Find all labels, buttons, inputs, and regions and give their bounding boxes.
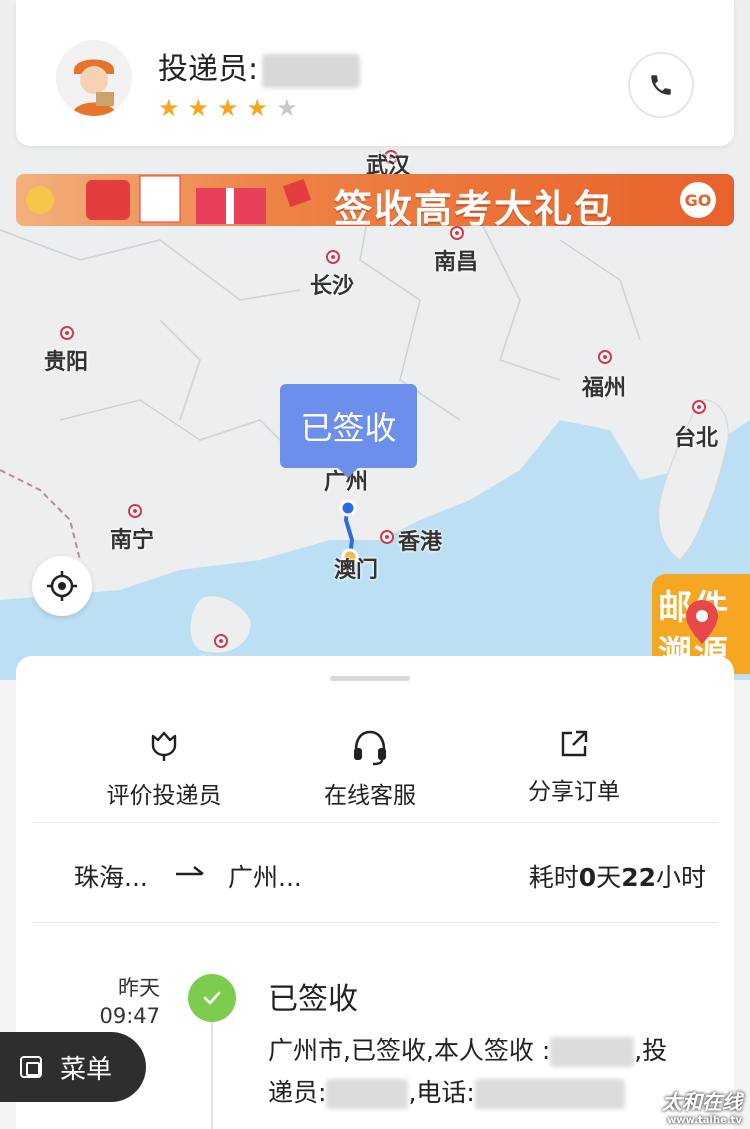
city-marker: [128, 504, 142, 518]
timeline-connector: [211, 1022, 213, 1129]
courier-redacted: [326, 1079, 409, 1109]
route-duration: 耗时0天22小时: [529, 858, 706, 894]
watermark-text: 太和在线: [662, 1090, 742, 1114]
delivered-check-icon: [188, 974, 236, 1022]
gift-decoration-icon: [26, 175, 312, 224]
divider: [32, 922, 718, 923]
call-courier-button[interactable]: [628, 52, 694, 118]
route-from: 珠海...: [74, 863, 148, 892]
city-label: 福州: [582, 376, 627, 401]
city-marker: [380, 530, 394, 544]
city-label: 贵阳: [44, 350, 89, 375]
city-marker: [214, 634, 228, 648]
city-label: 南宁: [110, 528, 155, 553]
timeline-time: 昨天 09:47: [98, 974, 160, 1030]
city-marker: [326, 250, 340, 264]
star-icon: ★: [187, 94, 210, 122]
menu-button[interactable]: 菜单: [0, 1032, 146, 1102]
duration-hours: 22: [621, 863, 656, 892]
city-marker: [60, 326, 74, 340]
banner-text: 签收高考大礼包: [334, 187, 615, 226]
duration-days-unit: 天: [596, 863, 622, 892]
menu-icon: [20, 1056, 42, 1078]
watermark-sub: www.taihe.tv: [667, 1115, 742, 1126]
menu-label: 菜单: [60, 1054, 113, 1085]
city-label: 澳门: [334, 558, 379, 583]
rate-courier-button[interactable]: 评价投递员: [64, 728, 264, 810]
timeline-title: 已签收: [268, 982, 358, 1017]
duration-hours-unit: 小时: [655, 863, 706, 892]
delivered-status-pill[interactable]: 已签收: [280, 384, 417, 478]
detail-text: ,电话:: [408, 1078, 475, 1107]
star-icon: ★: [217, 94, 239, 122]
phone-icon: [651, 75, 671, 95]
courier-card: 投递员: ★ ★ ★ ★ ★: [16, 0, 734, 146]
action-row: 评价投递员 在线客服 分享订单: [16, 728, 734, 810]
duration-prefix: 耗时: [528, 863, 579, 892]
tulip-icon: [151, 731, 177, 761]
banner-go-button[interactable]: GO: [680, 182, 716, 218]
timeline-clock: 09:47: [99, 1004, 160, 1028]
route-summary: 珠海... 广州... 耗时0天22小时: [16, 856, 734, 896]
recipient-redacted: [550, 1037, 635, 1067]
courier-avatar: [56, 40, 132, 116]
online-service-button[interactable]: 在线客服: [270, 728, 470, 810]
sheet-drag-handle[interactable]: [330, 676, 410, 681]
detail-text: 广州市,已签收,本人签收 :: [268, 1036, 551, 1065]
phone-redacted: [474, 1079, 625, 1109]
watermark: 太和在线 www.taihe.tv: [662, 1086, 742, 1126]
star-icon: ★: [276, 94, 298, 122]
route-to: 广州...: [228, 863, 302, 892]
action-label: 评价投递员: [106, 783, 222, 809]
star-icon: ★: [158, 94, 180, 122]
share-icon: [561, 730, 588, 757]
arrow-right-icon: [176, 866, 204, 876]
divider: [32, 822, 718, 823]
duration-days: 0: [578, 863, 597, 892]
courier-name-redacted: [262, 53, 361, 88]
city-marker: [692, 400, 706, 414]
city-label: 长沙: [310, 274, 355, 299]
city-label: 香港: [398, 530, 443, 555]
city-label: 南昌: [434, 250, 479, 275]
detail-text: 递员:: [268, 1078, 327, 1107]
locate-button[interactable]: [32, 556, 92, 616]
courier-rating: ★ ★ ★ ★ ★: [158, 96, 298, 120]
city-marker: [450, 226, 464, 240]
crosshair-icon: [47, 571, 77, 601]
location-pin-icon: [686, 600, 718, 644]
city-label: 台北: [674, 426, 719, 451]
promo-banner[interactable]: 签收高考大礼包 GO: [16, 174, 734, 226]
action-label: 在线客服: [324, 783, 416, 809]
courier-title: 投递员:: [158, 44, 361, 88]
courier-label: 投递员:: [158, 52, 259, 87]
detail-text: ,投: [634, 1036, 668, 1065]
city-marker: [598, 350, 612, 364]
share-order-button[interactable]: 分享订单: [474, 728, 674, 806]
star-icon: ★: [246, 94, 269, 122]
timeline-detail: 广州市,已签收,本人签收 : ,投 递员: ,电话:: [268, 1030, 708, 1114]
timeline-day: 昨天: [118, 976, 160, 1000]
action-label: 分享订单: [528, 779, 620, 805]
headset-icon: [354, 730, 386, 766]
